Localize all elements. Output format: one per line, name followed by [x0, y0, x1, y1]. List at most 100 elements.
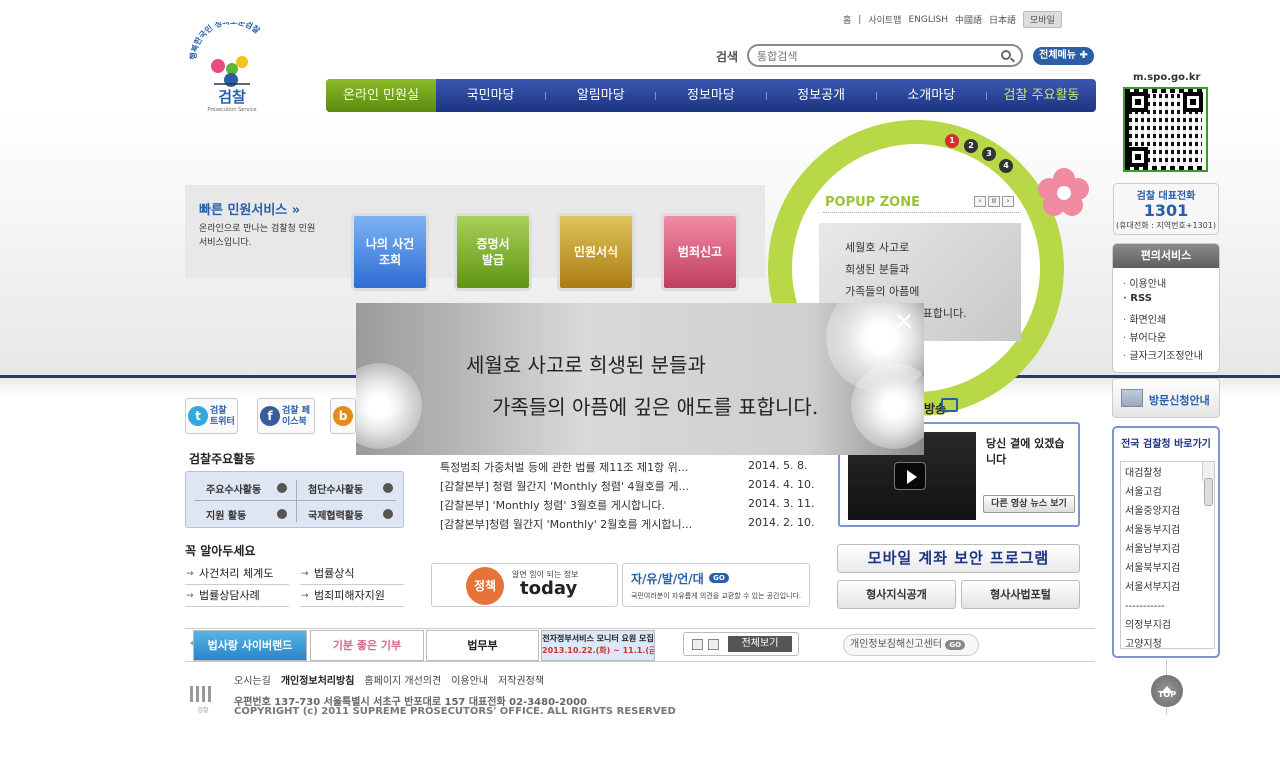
search-icon[interactable]	[1001, 50, 1011, 60]
go-icon[interactable]	[383, 509, 393, 519]
policy-today-banner[interactable]: 정책 알면 힘이 되는 정보 today	[431, 563, 618, 607]
conv-item-guide[interactable]: 이용안내	[1123, 275, 1219, 293]
list-item[interactable]: 특정범죄 가중처벌 등에 관한 법률 제11조 제1항 위... 2014. 5.…	[440, 459, 820, 478]
list-item[interactable]: [감찰본부] 'Monthly 청렴' 3월호를 게시합니다. 2014. 3. …	[440, 497, 820, 516]
home-link[interactable]: 홈	[843, 13, 851, 26]
nav-online-civil[interactable]: 온라인 민원실	[326, 79, 436, 112]
list-item[interactable]: [감찰본부] 청렴 월간지 'Monthly 청렴' 4월호를 게... 2014…	[440, 478, 820, 497]
banner-egov[interactable]: 전자정부서비스 모니터 요원 모집 2013.10.22.(화) ~ 11.1.…	[541, 630, 655, 661]
popup-next-button[interactable]: ›	[1002, 196, 1014, 207]
list-item[interactable]: 서울동부지검	[1125, 522, 1214, 541]
svg-text:검찰: 검찰	[197, 706, 209, 714]
banner-donation[interactable]: 기분 좋은 기부	[310, 630, 424, 661]
activity-investigation[interactable]: 주요수사활동	[206, 481, 261, 496]
footer-feedback[interactable]: 홈페이지 개선의견	[364, 672, 441, 687]
list-item[interactable]: 서울고검	[1125, 484, 1214, 503]
know-legal-cases[interactable]: 법률상담사례	[185, 585, 289, 607]
blog-link[interactable]: b	[330, 398, 356, 434]
logo-sub: Prosecution Service	[207, 107, 256, 113]
mobile-button[interactable]: 모바일	[1023, 11, 1062, 28]
prosecution-logo[interactable]: 행복한국민 정의로운검찰 검찰 Prosecution Service	[186, 22, 278, 114]
civil-forms-button[interactable]: 민원서식	[557, 213, 635, 291]
english-link[interactable]: ENGLISH	[908, 15, 948, 25]
popup-page-3[interactable]: 3	[982, 147, 996, 161]
footer-copyright: COPYRIGHT (c) 2011 SUPREME PROSECUTORS' …	[234, 706, 676, 717]
quick-title: 빠른 민원서비스	[199, 199, 300, 218]
list-item[interactable]: 대검찰청	[1125, 465, 1214, 484]
footer-privacy[interactable]: 개인정보처리방침	[281, 672, 355, 687]
facebook-link[interactable]: f 검찰 페이스북	[257, 398, 315, 434]
top-button[interactable]: TOP	[1151, 675, 1183, 707]
play-icon[interactable]	[894, 462, 926, 490]
list-item[interactable]: 서울남부지검	[1125, 541, 1214, 560]
activity-international[interactable]: 국제협력활동	[308, 507, 363, 522]
prosecutors-list[interactable]: 대검찰청 서울고검 서울중앙지검 서울동부지검 서울남부지검 서울북부지검 서울…	[1120, 461, 1215, 649]
visit-request-button[interactable]: 방문신청안내	[1112, 378, 1220, 418]
my-case-button[interactable]: 나의 사건 조회	[351, 213, 429, 291]
popup-pause-button[interactable]: II	[988, 196, 1000, 207]
conv-item-rss[interactable]: RSS	[1123, 293, 1219, 311]
stop-icon[interactable]	[692, 639, 703, 650]
go-icon[interactable]	[383, 483, 393, 493]
mobile-security-program[interactable]: 모바일 계좌 보안 프로그램	[837, 544, 1080, 573]
crime-report-button[interactable]: 범죄신고	[661, 213, 739, 291]
know-legal-common[interactable]: 법률상식	[300, 563, 404, 585]
nav-notice[interactable]: 알림마당	[546, 79, 655, 112]
nav-info[interactable]: 정보마당	[656, 79, 765, 112]
video-title[interactable]: 당신 곁에 있겠습니다	[986, 436, 1074, 468]
chinese-link[interactable]: 中國語	[955, 13, 982, 26]
certificate-button[interactable]: 증명서 발급	[454, 213, 532, 291]
free-speech-banner[interactable]: 자/유/발/언/대 GO 국민여러분이 자유롭게 의견을 교환할 수 있는 공간…	[622, 563, 810, 607]
conv-item-viewer[interactable]: 뷰어다운	[1123, 329, 1219, 347]
sitemap-link[interactable]: 사이트맵	[868, 13, 901, 26]
all-menu-button[interactable]: 전체메뉴 ✚	[1033, 47, 1094, 65]
know-victim-support[interactable]: 범죄피해자지원	[300, 585, 404, 607]
phone-title: 검찰 대표전화	[1136, 191, 1196, 202]
conv-item-fontsize[interactable]: 글자크기조정안내	[1123, 347, 1219, 365]
go-icon[interactable]	[277, 483, 287, 493]
condolence-popup[interactable]: 세월호 사고로 희생된 분들과 가족들의 아픔에 깊은 애도를 표합니다.	[356, 303, 924, 455]
conv-item-print[interactable]: 화면인쇄	[1123, 311, 1219, 329]
footer-copyright-policy[interactable]: 저작권정책	[498, 672, 544, 687]
building-icon	[1121, 389, 1143, 407]
list-item[interactable]: 서울중앙지검	[1125, 503, 1214, 522]
nav-intro[interactable]: 소개마당	[877, 79, 986, 112]
banner-cyberland[interactable]: 법사랑 사이버랜드	[193, 630, 307, 661]
twitter-link[interactable]: t 검찰 트위터	[185, 398, 238, 434]
blog-icon: b	[333, 406, 353, 426]
popup-page-2[interactable]: 2	[964, 139, 978, 153]
view-all-button[interactable]: 전체보기	[728, 636, 792, 652]
close-icon[interactable]	[888, 305, 920, 337]
search-input[interactable]	[757, 48, 987, 64]
list-item[interactable]: [감찰본부]청렴 월간지 'Monthly' 2월호를 게시합니... 2014.…	[440, 516, 820, 535]
criminal-justice-portal-button[interactable]: 형사사법포털	[961, 580, 1080, 609]
nav-public[interactable]: 국민마당	[436, 79, 545, 112]
nav-activities[interactable]: 검찰 주요활동	[987, 79, 1096, 112]
privacy-center-link[interactable]: 개인정보침해신고센터 GO	[843, 634, 979, 656]
more-videos-button[interactable]: 다른 영상 뉴스 보기	[983, 495, 1075, 513]
list-item[interactable]: 고양지청	[1125, 636, 1214, 648]
list-item[interactable]: 의정부지검	[1125, 617, 1214, 636]
scrollbar[interactable]	[1202, 462, 1214, 506]
phone-box: 검찰 대표전화 1301 (휴대전화 : 지역번호+1301)	[1113, 183, 1219, 235]
play-icon[interactable]	[708, 639, 719, 650]
footer-directions[interactable]: 오시는길	[234, 672, 271, 687]
know-case-flow[interactable]: 사건처리 체계도	[185, 563, 289, 585]
criminal-knowledge-button[interactable]: 형사지식공개	[837, 580, 956, 609]
banner-controls: 전체보기	[683, 632, 799, 656]
banner-ministry[interactable]: 법무부	[426, 630, 539, 661]
footer-usage[interactable]: 이용안내	[451, 672, 488, 687]
japanese-link[interactable]: 日本語	[989, 13, 1016, 26]
popup-prev-button[interactable]: ‹	[974, 196, 986, 207]
nav-disclosure[interactable]: 정보공개	[767, 79, 876, 112]
go-icon[interactable]	[277, 509, 287, 519]
popup-page-1[interactable]: 1	[945, 134, 959, 148]
activity-advanced[interactable]: 첨단수사활동	[308, 481, 363, 496]
popup-title: POPUP ZONE	[825, 195, 920, 210]
list-item[interactable]: 서울서부지검	[1125, 579, 1214, 598]
activity-support[interactable]: 지원 활동	[206, 507, 246, 522]
popup-line-2: 가족들의 아픔에 깊은 애도를 표합니다.	[492, 395, 819, 419]
go-icon: GO	[945, 640, 966, 650]
popup-page-4[interactable]: 4	[999, 159, 1013, 173]
list-item[interactable]: 서울북부지검	[1125, 560, 1214, 579]
